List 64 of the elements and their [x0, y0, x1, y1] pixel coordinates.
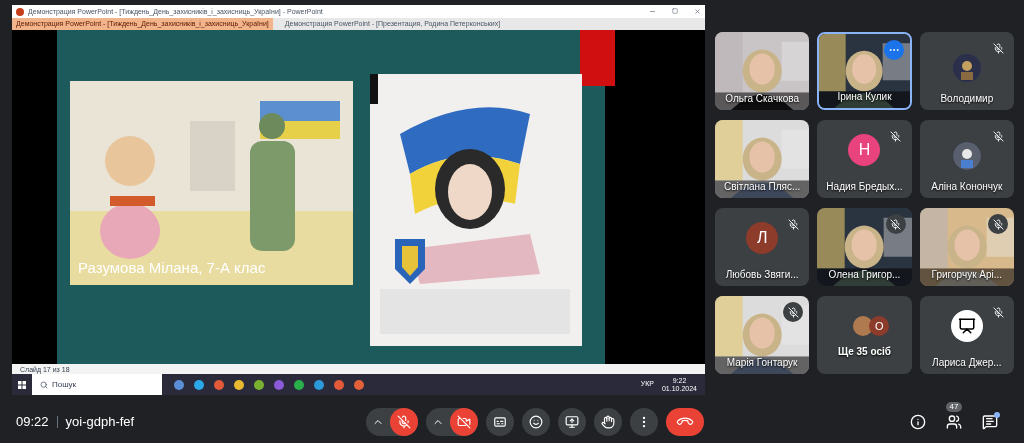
emoji-button[interactable]	[522, 407, 550, 436]
participant-tile[interactable]: Ірина Кулик	[817, 32, 912, 110]
taskbar-app-icon[interactable]	[194, 379, 204, 390]
mic-off-icon	[397, 414, 411, 429]
info-icon	[910, 413, 926, 430]
participant-tile[interactable]: Олена Григор...	[817, 208, 912, 286]
taskbar-app-icon[interactable]	[174, 379, 184, 390]
participant-name: Володимир	[940, 92, 994, 106]
participant-tile[interactable]: Григорчук Арі...	[919, 208, 1014, 286]
slide-accent-block	[580, 30, 615, 86]
participant-name: Ольга Скачкова	[725, 92, 799, 106]
leave-call-button[interactable]	[666, 407, 704, 436]
microphone-button[interactable]	[390, 407, 418, 436]
meeting-code: yoi-gdph-fef	[65, 412, 135, 431]
chat-icon	[982, 413, 998, 430]
initial-avatar: Л	[746, 222, 779, 254]
participant-tile[interactable]: Аліна Конончук	[919, 120, 1014, 198]
participant-name: Олена Григор...	[828, 268, 901, 282]
participant-name: Лариса Джер...	[932, 356, 1002, 370]
participant-name: Надия Бредых...	[826, 180, 903, 194]
participant-name: Григорчук Арі...	[931, 268, 1003, 282]
participant-name: Світлана Пляс...	[724, 180, 801, 194]
participant-name: Ще 35 осіб	[838, 345, 891, 359]
slide-caption: Разумова Мілана, 7-А клас	[78, 257, 266, 278]
chat-button[interactable]	[980, 411, 1000, 432]
initial-avatar: Н	[848, 134, 881, 166]
participant-tile[interactable]: Марія Гонтарук	[715, 296, 810, 374]
taskbar-app-icon[interactable]	[254, 379, 264, 390]
participant-tile[interactable]: Н Надия Бредых...	[817, 120, 912, 198]
participant-name: Аліна Конончук	[931, 180, 1003, 194]
participant-name: Ірина Кулик	[837, 90, 892, 104]
taskbar-app-icon[interactable]	[314, 379, 324, 390]
participant-name: Марія Гонтарук	[726, 356, 798, 370]
search-icon	[40, 380, 48, 389]
participant-tile[interactable]: О Ще 35 осіб	[817, 296, 912, 374]
meeting-time: 09:22	[16, 412, 49, 431]
hand-icon	[601, 414, 615, 429]
present-button[interactable]	[558, 407, 586, 436]
taskbar-app-icon[interactable]	[294, 379, 304, 390]
taskbar-app-icon[interactable]	[334, 379, 344, 390]
smiley-icon	[529, 414, 543, 429]
captions-icon	[493, 414, 507, 429]
taskbar-app-icon[interactable]	[354, 379, 364, 390]
taskbar-search-field[interactable]: Пошук	[32, 374, 162, 395]
camera-button[interactable]	[450, 407, 478, 436]
participant-tile[interactable]: Світлана Пляс...	[715, 120, 810, 198]
minimize-icon[interactable]	[649, 8, 656, 15]
captions-button[interactable]	[486, 407, 514, 436]
camera-off-icon	[457, 414, 471, 429]
taskbar-app-icon[interactable]	[214, 379, 224, 390]
people-icon	[946, 413, 962, 430]
close-icon[interactable]	[694, 8, 701, 15]
participant-tile[interactable]: Ольга Скачкова	[715, 32, 810, 110]
taskbar-app-icon[interactable]	[234, 379, 244, 390]
participant-tile[interactable]: Володимир	[919, 32, 1014, 110]
participant-name: Любовь Звяги...	[725, 268, 799, 282]
raise-hand-button[interactable]	[594, 407, 622, 436]
powerpoint-icon	[16, 7, 24, 16]
participant-count-badge: 47	[945, 401, 963, 412]
initial-avatar: О	[869, 316, 890, 336]
participant-tile[interactable]: Лариса Джер...	[919, 296, 1014, 374]
present-screen-icon	[565, 414, 579, 429]
participant-tile[interactable]: Л Любовь Звяги...	[715, 208, 810, 286]
presenter-icon	[950, 310, 983, 342]
